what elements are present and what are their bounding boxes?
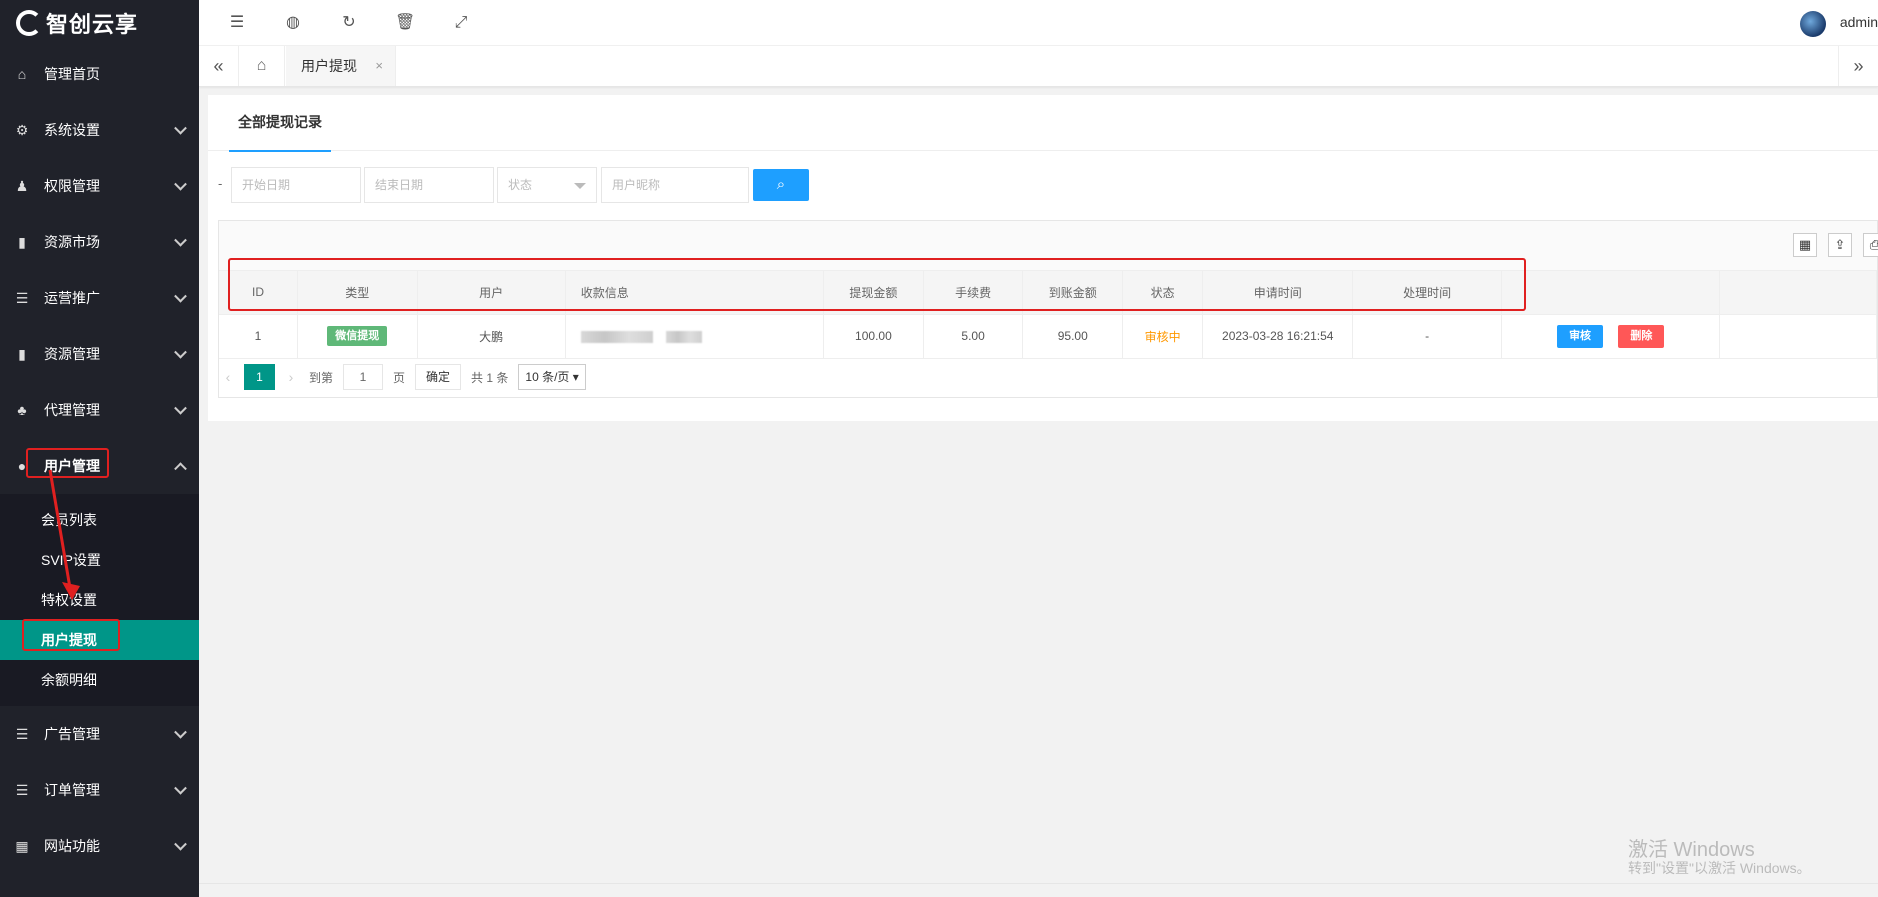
list-icon: ☰ [15, 725, 29, 742]
status-select[interactable]: 状态 [497, 167, 597, 203]
review-button[interactable]: 审核 [1557, 324, 1604, 348]
prev-page-icon[interactable]: ‹ [218, 369, 238, 385]
col-header-actions [1501, 271, 1721, 315]
tabs-scroll-left-icon[interactable]: « [199, 46, 239, 86]
cell-status: 审核中 [1122, 314, 1204, 359]
top-header: ☰ ◍ ↻ 🗑 ⤢ admin [199, 0, 1878, 46]
chevron-down-icon [174, 837, 187, 851]
table-row: 1 微信提现 大鹏 100.00 5.00 95.00 审核中 2023-03-… [219, 314, 1877, 359]
list-icon: ☰ [15, 781, 29, 798]
fullscreen-icon[interactable]: ⤢ [451, 13, 471, 33]
refresh-icon[interactable]: ↻ [339, 13, 359, 33]
page-size-value: 10 条/页 [525, 370, 570, 384]
cell-user: 大鹏 [417, 314, 566, 359]
cell-process-time: - [1352, 314, 1503, 359]
annotation-arrow [48, 469, 80, 600]
cell-amount: 100.00 [823, 314, 924, 359]
windows-activation-hint: 转到"设置"以激活 Windows。 [1628, 860, 1811, 876]
cell-payee-info [565, 314, 824, 359]
cell-type: 微信提现 [297, 314, 418, 359]
total-count: 共 1 条 [471, 370, 509, 385]
card-tab-divider [208, 150, 1878, 151]
page-size-select[interactable]: 10 条/页 ▾ [518, 364, 586, 390]
sidebar-item-site-features[interactable]: ▦ 网站功能 [0, 818, 199, 874]
next-page-icon[interactable]: › [281, 369, 301, 385]
print-icon[interactable]: ⎙ [1863, 233, 1878, 257]
globe-icon[interactable]: ◍ [283, 13, 303, 33]
username-label[interactable]: admin [1840, 14, 1878, 30]
highlight-box-table-header [228, 258, 1526, 311]
current-page[interactable]: 1 [244, 364, 275, 390]
chevron-down-icon [174, 781, 187, 795]
tab-user-withdrawal[interactable]: 用户提现 × [286, 46, 396, 86]
filter-dash: - [218, 176, 223, 191]
page-suffix: 页 [393, 370, 406, 385]
cell-apply-time: 2023-03-28 16:21:54 [1202, 314, 1354, 359]
chevron-down-icon [174, 725, 187, 739]
status-select-placeholder: 状态 [508, 178, 533, 192]
cell-actions: 审核 删除 [1501, 314, 1721, 359]
search-icon: ⌕ [776, 176, 786, 193]
footer-divider [199, 883, 1878, 884]
columns-filter-icon[interactable]: ▦ [1793, 233, 1817, 257]
sidebar-item-ads[interactable]: ☰ 广告管理 [0, 706, 199, 762]
cell-fee: 5.00 [923, 314, 1024, 359]
menu-collapse-icon[interactable]: ☰ [227, 13, 247, 33]
goto-confirm-button[interactable]: 确定 [415, 364, 462, 390]
cell-received: 95.00 [1022, 314, 1124, 359]
trash-icon[interactable]: 🗑 [395, 13, 415, 33]
type-badge: 微信提现 [327, 326, 388, 346]
sidebar-item-label: 网站功能 [44, 838, 100, 854]
sidebar-item-orders[interactable]: ☰ 订单管理 [0, 762, 199, 818]
tab-label: 用户提现 [301, 58, 357, 74]
caret-down-icon [574, 183, 586, 189]
sidebar-item-label: 订单管理 [44, 782, 100, 798]
nickname-input[interactable]: 用户昵称 [601, 167, 749, 203]
sidebar-subitem-balance-details[interactable]: 余额明细 [0, 660, 199, 700]
sidebar-item-label: 广告管理 [44, 726, 100, 742]
avatar[interactable] [1800, 11, 1826, 37]
col-header-extra [1719, 271, 1877, 315]
delete-button[interactable]: 删除 [1618, 324, 1665, 348]
close-icon[interactable]: × [375, 46, 383, 86]
export-icon[interactable]: ⇪ [1828, 233, 1852, 257]
search-button[interactable]: ⌕ [753, 169, 809, 201]
goto-page-input[interactable]: 1 [343, 364, 384, 390]
cell-id: 1 [219, 314, 298, 359]
pagination: ‹ 1 › 到第 1 页 确定 共 1 条 10 条/页 ▾ [218, 362, 586, 392]
cell-extra [1719, 314, 1877, 359]
tabs-scroll-right-icon[interactable]: » [1838, 46, 1878, 86]
redacted-text [580, 330, 653, 343]
tab-all-withdrawal-records[interactable]: 全部提现记录 [229, 95, 331, 152]
page-tabs-bar: « ⌂ 用户提现 × » [199, 46, 1878, 87]
end-date-input[interactable]: 结束日期 [364, 167, 494, 203]
goto-label: 到第 [309, 370, 334, 385]
redacted-text [666, 330, 703, 343]
apps-icon: ▦ [15, 837, 29, 854]
start-date-input[interactable]: 开始日期 [231, 167, 361, 203]
home-tab-icon[interactable]: ⌂ [239, 46, 285, 86]
